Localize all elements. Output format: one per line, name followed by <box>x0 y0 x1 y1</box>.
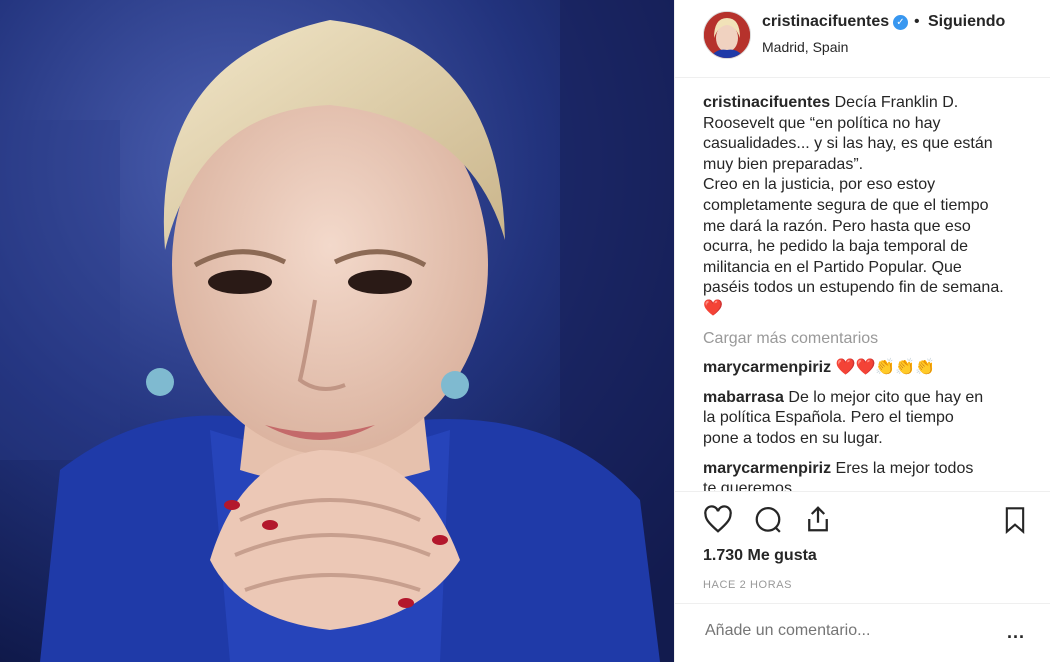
share-icon[interactable] <box>803 504 833 534</box>
instagram-post: cristinacifuentes ✓ • Siguiendo Madrid, … <box>0 0 1050 662</box>
post-sidebar: cristinacifuentes ✓ • Siguiendo Madrid, … <box>674 0 1050 662</box>
heart-icon[interactable] <box>703 505 733 535</box>
post-photo[interactable] <box>0 0 674 662</box>
add-comment-bar: ... <box>675 603 1050 662</box>
bookmark-icon[interactable] <box>1001 505 1031 535</box>
caption: cristinacifuentes Decía Franklin D. Roos… <box>703 93 1008 320</box>
comment-username[interactable]: mabarrasa <box>703 389 784 406</box>
comment-item: mabarrasa De lo mejor cito que hay en la… <box>703 388 1008 450</box>
comment-item: marycarmenpiriz Eres la mejor todos te q… <box>703 459 1008 492</box>
more-options-icon[interactable]: ... <box>1007 622 1025 643</box>
comment-username[interactable]: marycarmenpiriz <box>703 359 831 376</box>
verified-badge-icon: ✓ <box>893 15 908 30</box>
comment-text: ❤️❤️👏👏👏 <box>835 359 936 377</box>
header-separator: • <box>914 13 920 30</box>
comment-username[interactable]: marycarmenpiriz <box>703 460 831 477</box>
portrait-illustration <box>0 0 674 662</box>
location-link[interactable]: Madrid, Spain <box>762 39 848 55</box>
following-button[interactable]: Siguiendo <box>928 13 1005 31</box>
caption-username[interactable]: cristinacifuentes <box>703 94 830 111</box>
comments-section[interactable]: cristinacifuentes Decía Franklin D. Roos… <box>703 93 1008 491</box>
add-comment-input[interactable] <box>703 621 987 641</box>
post-timestamp[interactable]: HACE 2 HORAS <box>703 579 792 591</box>
caption-text: Decía Franklin D. Roosevelt que “en polí… <box>703 94 1004 317</box>
load-more-comments-button[interactable]: Cargar más comentarios <box>703 329 1008 350</box>
header-username[interactable]: cristinacifuentes <box>762 13 889 31</box>
comment-icon[interactable] <box>753 505 783 535</box>
post-header: cristinacifuentes ✓ • Siguiendo Madrid, … <box>675 0 1050 78</box>
avatar[interactable] <box>703 11 751 59</box>
likes-count[interactable]: 1.730 Me gusta <box>703 547 817 565</box>
comment-item: marycarmenpiriz ❤️❤️👏👏👏 <box>703 358 1008 379</box>
avatar-image <box>704 12 750 58</box>
